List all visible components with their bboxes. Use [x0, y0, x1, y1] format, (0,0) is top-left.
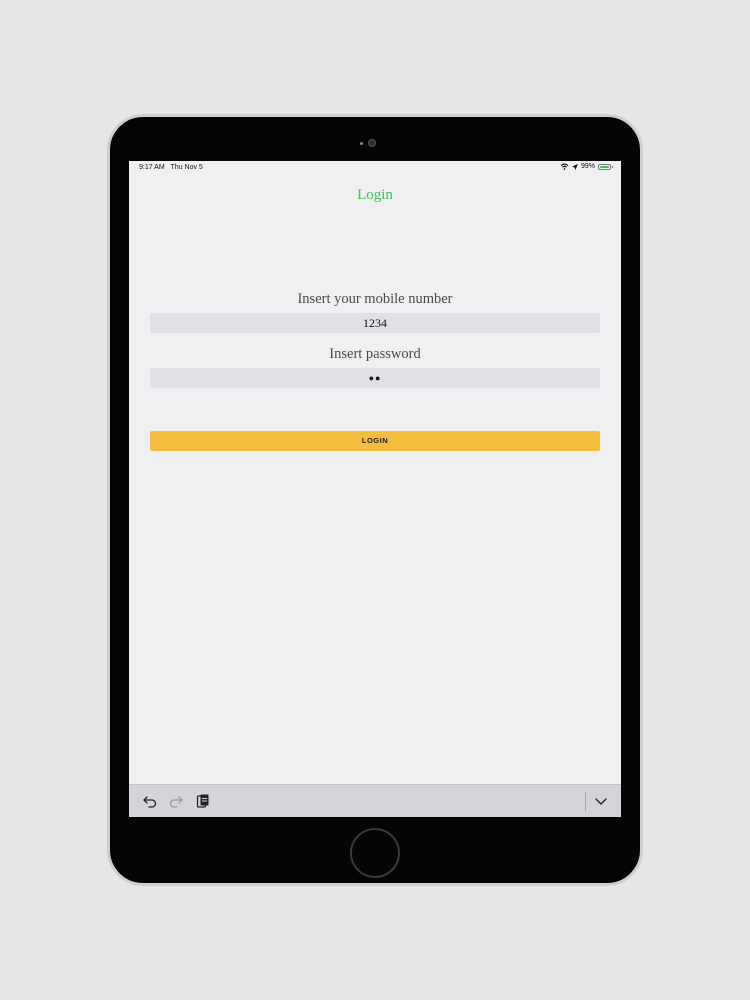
undo-icon[interactable]: [142, 793, 158, 809]
chevron-down-icon[interactable]: [593, 793, 609, 809]
app-screen: 9:17 AM Thu Nov 5 99% Login Insert your …: [129, 161, 621, 817]
redo-icon[interactable]: [168, 793, 184, 809]
toolbar-divider: [585, 792, 586, 811]
status-date: Thu Nov 5: [170, 164, 203, 171]
keyboard-shortcut-bar: [129, 784, 621, 817]
front-sensor: [360, 142, 363, 145]
page-title: Login: [357, 187, 393, 203]
battery-percent: 99%: [580, 163, 595, 170]
wifi-icon: [560, 163, 569, 170]
login-button[interactable]: LOGIN: [150, 431, 600, 451]
location-arrow-icon: [571, 163, 578, 170]
mobile-number-input[interactable]: 1234: [150, 313, 600, 333]
home-button[interactable]: [350, 828, 400, 878]
status-bar: 9:17 AM Thu Nov 5 99%: [129, 161, 621, 175]
password-label: Insert password: [329, 346, 421, 362]
mobile-number-label: Insert your mobile number: [297, 291, 453, 307]
front-camera: [368, 139, 376, 147]
status-indicators: 99%: [560, 163, 613, 170]
status-time-date: 9:17 AM Thu Nov 5: [139, 164, 203, 171]
battery-fill: [600, 165, 609, 168]
paste-icon[interactable]: [194, 793, 210, 809]
battery-icon: [598, 163, 613, 170]
password-input[interactable]: ●●: [150, 368, 600, 388]
status-time: 9:17 AM: [139, 164, 165, 171]
